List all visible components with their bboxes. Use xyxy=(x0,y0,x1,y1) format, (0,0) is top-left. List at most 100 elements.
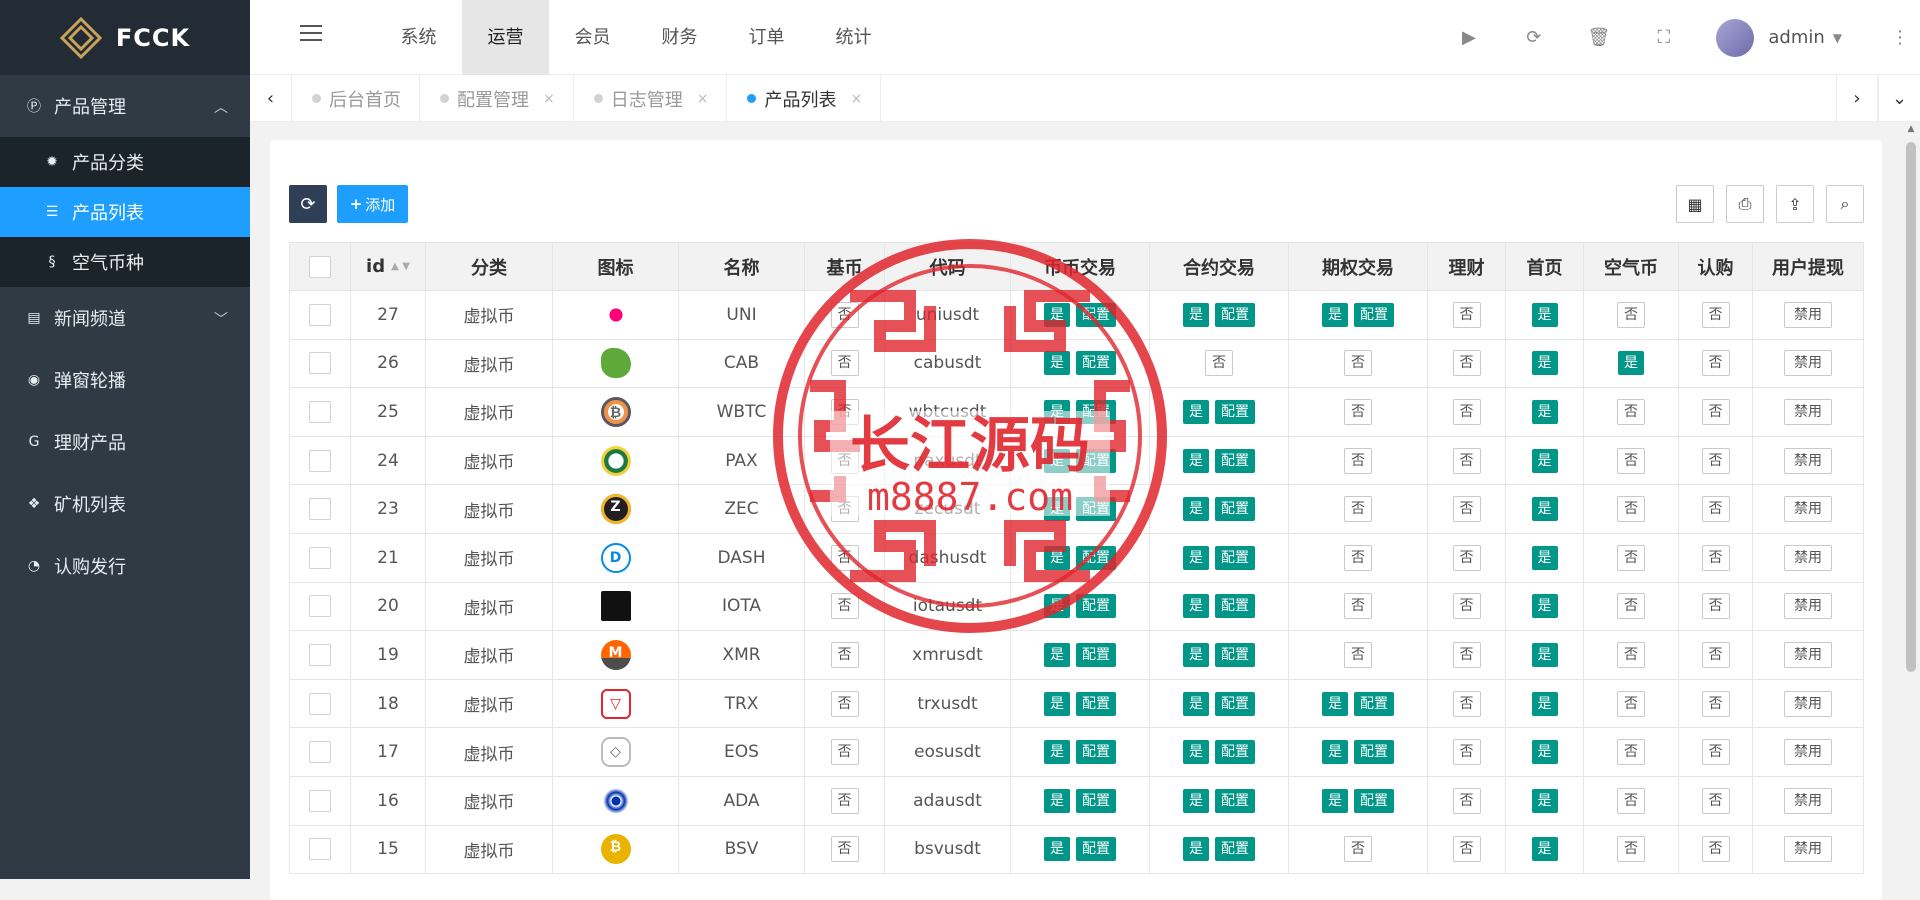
airdrop-no-badge[interactable]: 否 xyxy=(1617,836,1645,863)
contract-no-badge[interactable]: 否 xyxy=(1205,350,1233,377)
topnav-item-5[interactable]: 统计 xyxy=(810,0,897,75)
withdraw-disable-button[interactable]: 禁用 xyxy=(1784,447,1832,474)
subscribe-no-badge[interactable]: 否 xyxy=(1701,447,1730,474)
more-vertical-icon[interactable]: ⋮ xyxy=(1880,27,1920,48)
close-icon[interactable]: × xyxy=(697,91,709,107)
spot-yes-badge[interactable]: 是 xyxy=(1044,448,1070,473)
topnav-item-0[interactable]: 系统 xyxy=(375,0,462,75)
contract-yes-badge[interactable]: 是 xyxy=(1183,837,1209,862)
withdraw-disable-button[interactable]: 禁用 xyxy=(1784,836,1832,863)
finance-no-badge[interactable]: 否 xyxy=(1452,350,1481,377)
contract-yes-badge[interactable]: 是 xyxy=(1183,788,1209,813)
subscribe-no-badge[interactable]: 否 xyxy=(1701,398,1730,425)
contract-config-button[interactable]: 配置 xyxy=(1215,740,1255,765)
home-yes-badge[interactable]: 是 xyxy=(1531,642,1558,667)
withdraw-disable-button[interactable]: 禁用 xyxy=(1784,301,1832,328)
row-checkbox[interactable] xyxy=(309,449,331,472)
airdrop-yes-badge[interactable]: 是 xyxy=(1618,351,1644,376)
base-no-badge[interactable]: 否 xyxy=(830,787,859,814)
sort-icon[interactable]: ▲ ▼ xyxy=(391,262,410,272)
subscribe-no-badge[interactable]: 否 xyxy=(1701,496,1730,523)
withdraw-disable-button[interactable]: 禁用 xyxy=(1784,739,1832,766)
spot-config-button[interactable]: 配置 xyxy=(1076,594,1116,619)
home-yes-badge[interactable]: 是 xyxy=(1531,691,1558,716)
finance-no-badge[interactable]: 否 xyxy=(1452,301,1481,328)
home-yes-badge[interactable]: 是 xyxy=(1531,497,1558,522)
option-config-button[interactable]: 配置 xyxy=(1354,788,1394,813)
topnav-item-4[interactable]: 订单 xyxy=(723,0,810,75)
export-icon[interactable]: ⇪ xyxy=(1776,185,1814,223)
spot-yes-badge[interactable]: 是 xyxy=(1044,351,1070,376)
spot-yes-badge[interactable]: 是 xyxy=(1044,788,1070,813)
base-no-badge[interactable]: 否 xyxy=(830,836,859,863)
withdraw-disable-button[interactable]: 禁用 xyxy=(1784,350,1832,377)
spot-config-button[interactable]: 配置 xyxy=(1076,448,1116,473)
home-yes-badge[interactable]: 是 xyxy=(1531,302,1558,327)
topnav-item-1[interactable]: 运营 xyxy=(462,0,549,75)
row-checkbox[interactable] xyxy=(309,352,331,375)
tab-prev-icon[interactable]: ‹ xyxy=(250,75,292,122)
base-no-badge[interactable]: 否 xyxy=(830,350,859,377)
close-icon[interactable]: × xyxy=(543,91,555,107)
contract-config-button[interactable]: 配置 xyxy=(1215,837,1255,862)
sidebar-item-0[interactable]: Ⓟ 产品管理 ︿ xyxy=(0,75,250,137)
sidebar-subitem-1[interactable]: ☰ 产品列表 xyxy=(0,187,250,237)
contract-yes-badge[interactable]: 是 xyxy=(1183,399,1209,424)
spot-config-button[interactable]: 配置 xyxy=(1076,351,1116,376)
spot-config-button[interactable]: 配置 xyxy=(1076,740,1116,765)
base-no-badge[interactable]: 否 xyxy=(830,544,859,571)
user-menu[interactable]: admin ▼ xyxy=(1716,18,1860,57)
add-button[interactable]: + 添加 xyxy=(337,185,408,223)
contract-config-button[interactable]: 配置 xyxy=(1215,788,1255,813)
base-no-badge[interactable]: 否 xyxy=(830,739,859,766)
home-yes-badge[interactable]: 是 xyxy=(1531,837,1558,862)
row-checkbox[interactable] xyxy=(309,498,331,521)
option-config-button[interactable]: 配置 xyxy=(1354,302,1394,327)
withdraw-disable-button[interactable]: 禁用 xyxy=(1784,690,1832,717)
search-icon[interactable]: ⌕ xyxy=(1826,185,1864,223)
contract-yes-badge[interactable]: 是 xyxy=(1183,302,1209,327)
scrollbar[interactable] xyxy=(1906,142,1916,672)
subscribe-no-badge[interactable]: 否 xyxy=(1701,593,1730,620)
spot-yes-badge[interactable]: 是 xyxy=(1044,497,1070,522)
airdrop-no-badge[interactable]: 否 xyxy=(1617,690,1645,717)
spot-yes-badge[interactable]: 是 xyxy=(1044,837,1070,862)
option-no-badge[interactable]: 否 xyxy=(1344,398,1372,425)
scroll-up-icon[interactable]: ▲ xyxy=(1906,124,1916,134)
subscribe-no-badge[interactable]: 否 xyxy=(1701,350,1730,377)
sidebar-subitem-0[interactable]: ✹ 产品分类 xyxy=(0,137,250,187)
option-yes-badge[interactable]: 是 xyxy=(1322,788,1348,813)
tab-1[interactable]: 配置管理 × xyxy=(420,75,574,122)
finance-no-badge[interactable]: 否 xyxy=(1452,447,1481,474)
finance-no-badge[interactable]: 否 xyxy=(1452,690,1481,717)
base-no-badge[interactable]: 否 xyxy=(830,447,859,474)
contract-yes-badge[interactable]: 是 xyxy=(1183,497,1209,522)
airdrop-no-badge[interactable]: 否 xyxy=(1617,301,1645,328)
fullscreen-icon[interactable]: ⛶ xyxy=(1631,27,1696,48)
option-yes-badge[interactable]: 是 xyxy=(1322,691,1348,716)
spot-config-button[interactable]: 配置 xyxy=(1076,302,1116,327)
contract-config-button[interactable]: 配置 xyxy=(1215,302,1255,327)
row-checkbox[interactable] xyxy=(309,303,331,326)
contract-yes-badge[interactable]: 是 xyxy=(1183,642,1209,667)
airdrop-no-badge[interactable]: 否 xyxy=(1617,593,1645,620)
spot-config-button[interactable]: 配置 xyxy=(1076,545,1116,570)
option-no-badge[interactable]: 否 xyxy=(1344,641,1372,668)
contract-config-button[interactable]: 配置 xyxy=(1215,497,1255,522)
subscribe-no-badge[interactable]: 否 xyxy=(1701,301,1730,328)
airdrop-no-badge[interactable]: 否 xyxy=(1617,641,1645,668)
subscribe-no-badge[interactable]: 否 xyxy=(1701,641,1730,668)
withdraw-disable-button[interactable]: 禁用 xyxy=(1784,593,1832,620)
subscribe-no-badge[interactable]: 否 xyxy=(1701,544,1730,571)
table-refresh-button[interactable]: ⟳ xyxy=(289,185,327,223)
spot-yes-badge[interactable]: 是 xyxy=(1044,594,1070,619)
home-yes-badge[interactable]: 是 xyxy=(1531,788,1558,813)
option-no-badge[interactable]: 否 xyxy=(1344,496,1372,523)
columns-icon[interactable]: ▦ xyxy=(1676,185,1714,223)
tab-3[interactable]: 产品列表 × xyxy=(727,75,882,122)
spot-config-button[interactable]: 配置 xyxy=(1076,837,1116,862)
contract-yes-badge[interactable]: 是 xyxy=(1183,594,1209,619)
spot-config-button[interactable]: 配置 xyxy=(1076,691,1116,716)
option-no-badge[interactable]: 否 xyxy=(1344,836,1372,863)
topnav-item-2[interactable]: 会员 xyxy=(549,0,636,75)
